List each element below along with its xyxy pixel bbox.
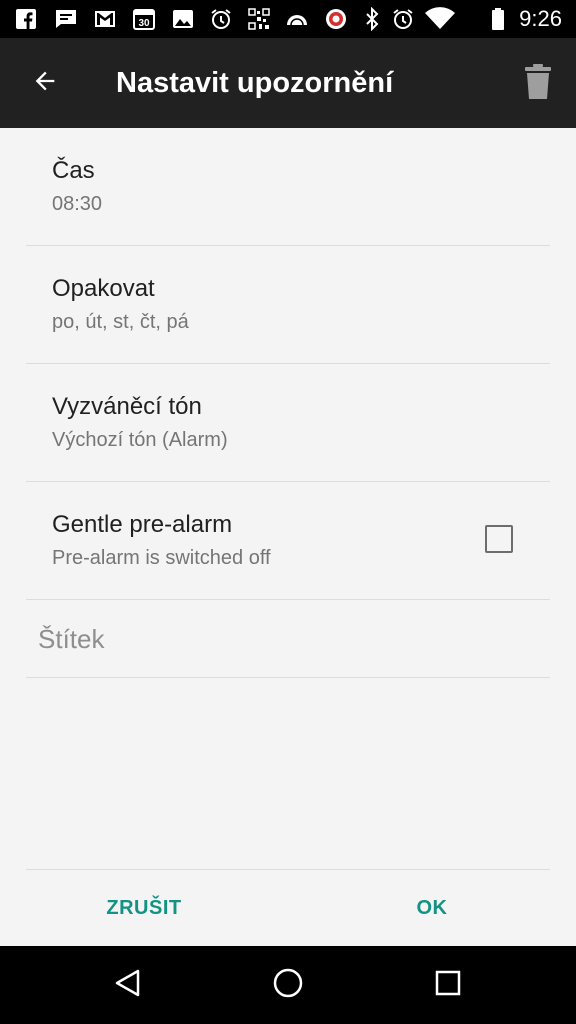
arrow-back-icon xyxy=(31,67,59,100)
pre-alarm-checkbox[interactable] xyxy=(485,525,513,553)
battery-icon xyxy=(486,7,510,31)
facebook-icon xyxy=(14,7,38,31)
page-title: Nastavit upozornění xyxy=(116,67,394,99)
app-bar: Nastavit upozornění xyxy=(0,38,576,128)
pre-alarm-setting[interactable]: Gentle pre-alarm Pre-alarm is switched o… xyxy=(26,482,550,600)
delete-button[interactable] xyxy=(516,62,560,106)
barcode-icon xyxy=(247,7,271,31)
setting-summary: Výchozí tón (Alarm) xyxy=(52,429,228,451)
back-button[interactable] xyxy=(22,60,68,106)
setting-title: Vyzváněcí tón xyxy=(52,393,202,420)
alarm-icon xyxy=(391,7,415,31)
label-placeholder: Štítek xyxy=(38,624,105,654)
time-setting[interactable]: Čas 08:30 xyxy=(26,128,550,246)
navigation-bar xyxy=(0,946,576,1024)
app-icon xyxy=(324,7,348,31)
triangle-back-icon xyxy=(113,968,143,1003)
image-icon xyxy=(171,7,195,31)
label-input[interactable]: Štítek xyxy=(26,598,550,678)
cancel-button[interactable]: ZRUŠIT xyxy=(84,882,204,934)
wifi-icon xyxy=(424,7,456,31)
gmail-icon xyxy=(93,7,117,31)
calendar-icon: 30 xyxy=(132,7,156,31)
repeat-setting[interactable]: Opakovat po, út, st, čt, pá xyxy=(26,246,550,364)
ringtone-setting[interactable]: Vyzváněcí tón Výchozí tón (Alarm) xyxy=(26,364,550,482)
setting-title: Čas xyxy=(52,157,95,184)
trash-icon xyxy=(523,63,553,105)
alarm-icon xyxy=(209,7,233,31)
setting-summary: Pre-alarm is switched off xyxy=(52,547,271,569)
square-recents-icon xyxy=(434,969,462,1002)
alarm-settings-list: Čas 08:30 Opakovat po, út, st, čt, pá Vy… xyxy=(0,128,576,946)
setting-title: Gentle pre-alarm xyxy=(52,511,233,538)
status-time: 9:26 xyxy=(519,6,562,31)
setting-summary: 08:30 xyxy=(52,193,103,215)
setting-title: Opakovat xyxy=(52,275,155,302)
status-bar: 30 9:26 xyxy=(0,0,576,38)
setting-summary: po, út, st, čt, pá xyxy=(52,311,189,333)
divider xyxy=(26,869,550,870)
nav-home-button[interactable] xyxy=(265,962,311,1008)
bluetooth-icon xyxy=(360,7,384,31)
circle-home-icon xyxy=(272,967,304,1004)
message-icon xyxy=(54,7,78,31)
nav-recents-button[interactable] xyxy=(425,962,471,1008)
nav-back-button[interactable] xyxy=(105,962,151,1008)
weather-icon xyxy=(285,7,309,31)
ok-button[interactable]: OK xyxy=(382,882,482,934)
calendar-day: 30 xyxy=(138,18,150,29)
